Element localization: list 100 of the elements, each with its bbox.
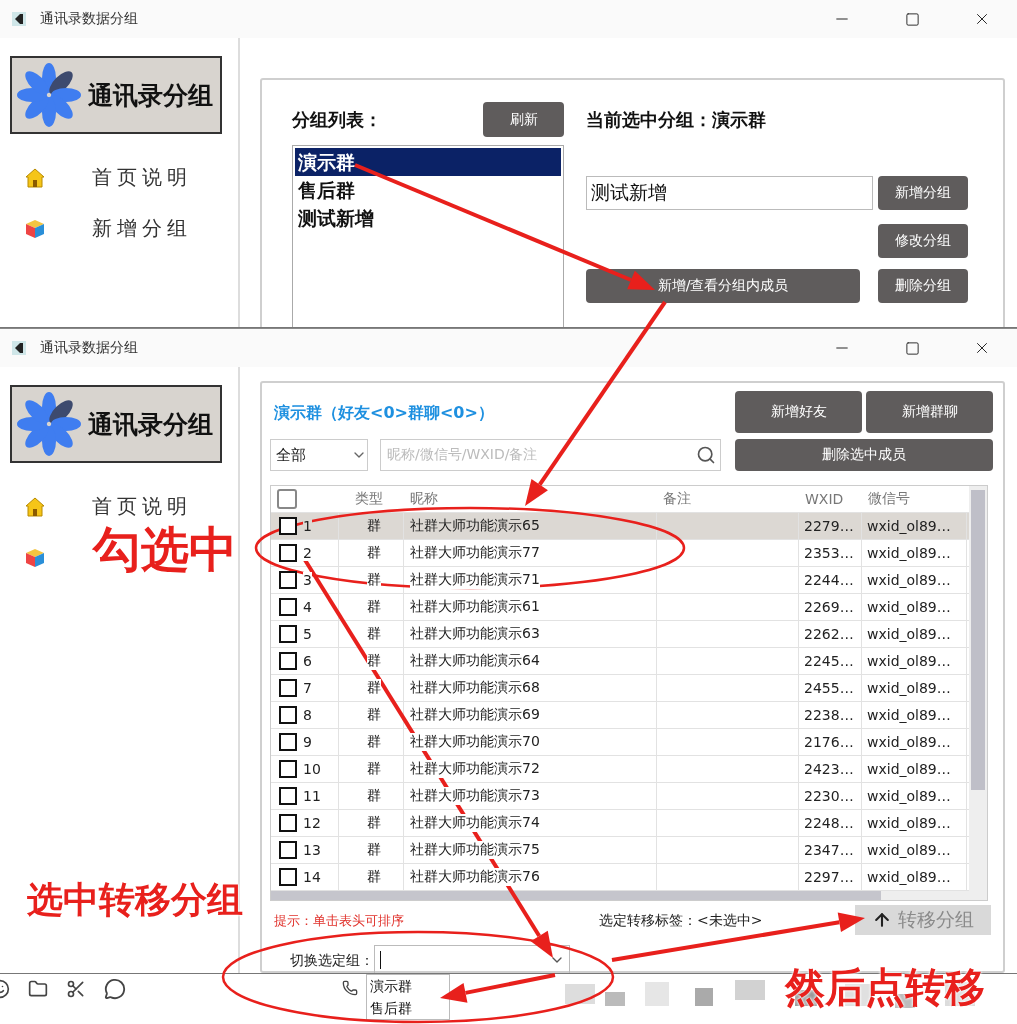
dropdown-option[interactable]: 演示群 [367,975,449,997]
table-cell: wxid_ol89… [867,680,951,696]
table-cell: 2347… [804,842,854,858]
row-number: 6 [303,653,312,669]
annotation-label: 勾选中 [93,520,237,579]
row-number: 11 [303,788,321,804]
switch-group-label: 切换选定组： [290,952,374,968]
table-row[interactable]: 2 群 社群大师功能演示77 2353… wxid_ol89… [271,540,969,567]
logo-text: 通讯录分组 [88,79,213,112]
table-cell: 群 [367,706,381,724]
row-number: 4 [303,599,312,615]
sidebar-item[interactable]: 新增分组 [92,215,192,242]
table-cell: 社群大师功能演示64 [410,652,540,670]
table-cell: wxid_ol89… [867,734,951,750]
table-cell: wxid_ol89… [867,869,951,885]
annotation-label: 然后点转移 [785,963,985,1012]
table-cell: 社群大师功能演示68 [410,679,540,697]
table-cell: 群 [367,571,381,589]
column-header[interactable]: 类型 [355,490,383,508]
add-friend-button[interactable]: 新增好友 [735,391,862,433]
table-row[interactable]: 7 群 社群大师功能演示68 2455… wxid_ol89… [271,675,969,702]
table-cell: 社群大师功能演示75 [410,841,540,859]
row-number: 9 [303,734,312,750]
row-number: 5 [303,626,312,642]
table-cell: wxid_ol89… [867,707,951,723]
table-cell: 2455… [804,680,854,696]
table-cell: wxid_ol89… [867,788,951,804]
table-cell: 2176… [804,734,854,750]
table-cell: wxid_ol89… [867,572,951,588]
column-header[interactable]: WXID [805,491,844,507]
table-cell: 社群大师功能演示70 [410,733,540,751]
column-header[interactable]: 备注 [663,490,691,508]
remove-selected-button[interactable]: 删除选中成员 [735,439,993,471]
table-row[interactable]: 5 群 社群大师功能演示63 2262… wxid_ol89… [271,621,969,648]
group-name-field[interactable]: 测试新增 [586,176,873,210]
sort-hint: 提示：单击表头可排序 [274,913,404,928]
table-cell: 社群大师功能演示69 [410,706,540,724]
group-list-item[interactable]: 测试新增 [295,204,561,232]
table-cell: 群 [367,787,381,805]
table-cell: wxid_ol89… [867,518,951,534]
edit-group-button[interactable]: 修改分组 [878,224,968,258]
sidebar-item[interactable]: 首页说明 [92,164,192,191]
add-group-chat-button[interactable]: 新增群聊 [866,391,993,433]
table-row[interactable]: 4 群 社群大师功能演示61 2269… wxid_ol89… [271,594,969,621]
group-list-item[interactable]: 演示群 [295,148,561,176]
table-cell: 社群大师功能演示77 [410,544,540,562]
table-cell: wxid_ol89… [867,653,951,669]
window-title: 通讯录数据分组 [40,10,139,28]
row-number: 14 [303,869,321,885]
row-number: 1 [303,518,312,534]
table-cell: wxid_ol89… [867,761,951,777]
table-cell: 群 [367,625,381,643]
table-cell: 社群大师功能演示74 [410,814,540,832]
column-header[interactable]: 昵称 [410,490,438,508]
table-row[interactable]: 8 群 社群大师功能演示69 2238… wxid_ol89… [271,702,969,729]
table-cell: 2297… [804,869,854,885]
row-number: 7 [303,680,312,696]
row-number: 12 [303,815,321,831]
table-cell: wxid_ol89… [867,545,951,561]
table-cell: 2262… [804,626,854,642]
table-cell: 群 [367,841,381,859]
table-cell: 社群大师功能演示71 [410,571,540,589]
refresh-button[interactable]: 刷新 [483,102,564,137]
table-cell: 2269… [804,599,854,615]
group-list-label: 分组列表： [292,107,382,132]
sidebar-item[interactable]: 首页说明 [92,493,192,520]
table-row[interactable]: 11 群 社群大师功能演示73 2230… wxid_ol89… [271,783,969,810]
table-row[interactable]: 1 群 社群大师功能演示65 2279… wxid_ol89… [271,513,969,540]
row-number: 2 [303,545,312,561]
window-title: 通讯录数据分组 [40,339,139,357]
annotation-label: 选中转移分组 [27,878,243,922]
delete-group-button[interactable]: 删除分组 [878,269,968,303]
table-cell: 2244… [804,572,854,588]
table-cell: 群 [367,868,381,886]
table-cell: 社群大师功能演示76 [410,868,540,886]
table-cell: 群 [367,517,381,535]
table-cell: wxid_ol89… [867,815,951,831]
filter-select[interactable]: 全部 [270,439,368,471]
column-header[interactable]: 微信号 [868,490,910,508]
table-row[interactable]: 12 群 社群大师功能演示74 2248… wxid_ol89… [271,810,969,837]
table-cell: 社群大师功能演示72 [410,760,540,778]
table-cell: 群 [367,652,381,670]
logo-text: 通讯录分组 [88,408,213,441]
current-group-label: 当前选中分组：演示群 [586,107,766,132]
table-cell: wxid_ol89… [867,626,951,642]
table-cell: wxid_ol89… [867,599,951,615]
dropdown-option[interactable]: 售后群 [367,997,449,1019]
table-cell: 2238… [804,707,854,723]
table-row[interactable]: 13 群 社群大师功能演示75 2347… wxid_ol89… [271,837,969,864]
group-heading: 演示群（好友<0>群聊<0>） [274,402,494,424]
transfer-label: 选定转移标签：<未选中> [599,912,763,928]
table-cell: 社群大师功能演示73 [410,787,540,805]
add-group-button[interactable]: 新增分组 [878,176,968,210]
table-row[interactable]: 3 群 社群大师功能演示71 2244… wxid_ol89… [271,567,969,594]
table-cell: 2248… [804,815,854,831]
table-row[interactable]: 6 群 社群大师功能演示64 2245… wxid_ol89… [271,648,969,675]
group-list-item[interactable]: 售后群 [295,176,561,204]
table-row[interactable]: 10 群 社群大师功能演示72 2423… wxid_ol89… [271,756,969,783]
members-button[interactable]: 新增/查看分组内成员 [586,269,860,303]
table-row[interactable]: 9 群 社群大师功能演示70 2176… wxid_ol89… [271,729,969,756]
